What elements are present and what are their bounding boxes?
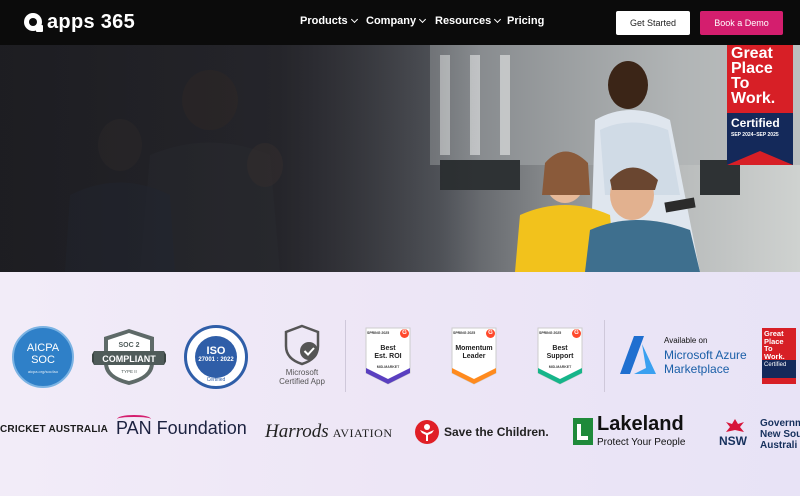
g2-momentum-leader-badge: SPRING 2025 G Momentum Leader (450, 327, 498, 385)
save-the-children-logo: Save the Children. (444, 425, 549, 439)
lakeland-icon (573, 418, 593, 445)
divider (345, 320, 346, 392)
soc2-sub: TYPE II (121, 369, 137, 374)
book-demo-button[interactable]: Book a Demo (700, 11, 783, 35)
azure-logo-icon (620, 336, 656, 374)
iso-certified-label: Certified (206, 377, 226, 383)
lakeland-tagline: Protect Your People (597, 437, 686, 448)
pan-foundation-logo: PAN Foundation (116, 418, 247, 438)
nsw-government-text: Governm New Sou Australi (760, 418, 800, 451)
g2-best-est-roi-badge: SPRING 2025 G Best Est. ROI MID-MARKET (364, 327, 412, 385)
g2-logo-icon: G (572, 329, 581, 338)
cricket-australia-logo: CRICKET AUSTRALIA (0, 424, 109, 435)
g2-best-support-badge: SPRING 2025 G Best Support MID-MARKET (536, 327, 584, 385)
soc2-compliant-badge: SOC 2 COMPLIANT TYPE II (92, 329, 166, 385)
nav-item-resources[interactable]: Resources (435, 15, 502, 27)
soc2-main: COMPLIANT (102, 354, 156, 364)
save-the-children-icon (415, 420, 439, 444)
logo-icon (24, 13, 43, 32)
azure-marketplace-badge: Available on Microsoft Azure Marketplace (618, 332, 758, 382)
chevron-down-icon (419, 15, 427, 24)
hero-overlay (0, 45, 800, 272)
great-place-to-work-small-badge: Great Place To Work. Certified (762, 328, 796, 384)
aicpa-soc-badge: AICPA SOC aicpa.org/soc4so (12, 326, 74, 388)
nav-item-company[interactable]: Company (366, 15, 427, 27)
nav-item-label: Resources (435, 15, 492, 27)
nav-item-products[interactable]: Products (300, 15, 358, 27)
g2-logo-icon: G (486, 329, 495, 338)
soc2-title: SOC 2 (118, 342, 139, 349)
iso-27001-badge: ISO 27001 : 2022 Certified (184, 325, 248, 389)
iso-center: ISO 27001 : 2022 (195, 336, 237, 378)
g2-logo-icon: G (400, 329, 409, 338)
gptw-certified-band: Certified SEP 2024–SEP 2025 (727, 113, 793, 151)
chevron-down-icon (350, 15, 358, 24)
apps365-logo[interactable]: apps 365 (24, 10, 135, 34)
nav-item-label: Products (300, 15, 348, 27)
shield-check-icon (284, 324, 320, 366)
divider (604, 320, 605, 392)
nav-item-label: Company (366, 15, 417, 27)
hero-banner (0, 45, 800, 272)
nsw-logo: NSW (719, 434, 747, 448)
certifications-section: AICPA SOC aicpa.org/soc4so SOC 2 COMPLIA… (0, 272, 800, 496)
nav-item-pricing[interactable]: Pricing (507, 15, 544, 27)
waratah-icon (726, 419, 744, 432)
gptw-ribbon-tip (727, 151, 793, 165)
great-place-to-work-badge: Great Place To Work. Certified SEP 2024–… (727, 45, 793, 165)
chevron-down-icon (494, 15, 502, 24)
microsoft-certified-app-badge: Microsoft Certified App (272, 324, 332, 390)
harrods-aviation-logo: Harrods AVIATION (265, 421, 393, 442)
gptw-title: Great Place To Work. (731, 45, 776, 107)
lakeland-logo: Lakeland (597, 413, 684, 435)
top-navbar: apps 365 Products Company Resources Pric… (0, 0, 800, 45)
nav-item-label: Pricing (507, 15, 545, 27)
logo-text: apps 365 (47, 10, 136, 33)
get-started-button[interactable]: Get Started (616, 11, 690, 35)
